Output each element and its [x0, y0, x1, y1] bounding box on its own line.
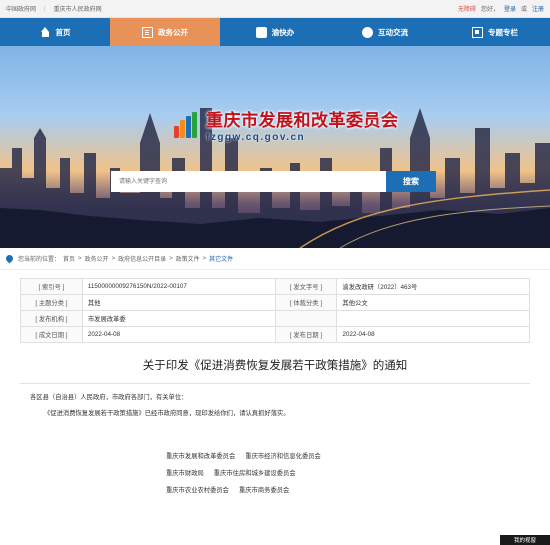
- register-link[interactable]: 注册: [532, 4, 544, 13]
- index-label: [ 索引号 ]: [20, 278, 83, 295]
- nav-label: 政务公开: [158, 27, 188, 37]
- article-title: 关于印发《促进消费恢复发展若干政策措施》的通知: [142, 360, 408, 372]
- service-icon: [255, 26, 267, 38]
- breadcrumb-link-catalog[interactable]: 政府信息公开目录: [118, 254, 166, 263]
- published-value: 2022-04-08: [336, 326, 530, 343]
- table-row: [ 索引号 ] 11500000009276150N/2022-00107 [ …: [20, 278, 530, 295]
- or-text: 或: [520, 7, 527, 13]
- breadcrumb-sep: >: [111, 255, 116, 262]
- portal-link-cq-gov[interactable]: 重庆市人民政府网: [54, 4, 102, 13]
- issuer-value: 市发展改革委: [81, 310, 276, 327]
- greeting-text: 您好，: [480, 7, 499, 13]
- breadcrumb-prefix: 您当前的位置：: [18, 257, 61, 263]
- empty-cell: [336, 310, 530, 327]
- document-meta-table: [ 索引号 ] 11500000009276150N/2022-00107 [ …: [20, 278, 530, 343]
- issuer-name: 重庆市财政局: [166, 470, 204, 478]
- logo-emblem-icon: [174, 111, 200, 138]
- index-value: 11500000009276150N/2022-00107: [81, 278, 276, 295]
- genre-value: 其他公文: [336, 294, 530, 311]
- table-row: [ 成文日期 ] 2022-04-08 [ 发布日期 ] 2022-04-08: [20, 326, 530, 343]
- nav-item-yukuaiban[interactable]: 渝快办: [220, 18, 330, 46]
- site-logo[interactable]: 重庆市发展和改革委员会 fzggw.cq.gov.cn: [174, 106, 399, 143]
- search-bar: 搜索: [111, 171, 436, 192]
- nav-label: 互动交流: [378, 27, 408, 37]
- issuer-name: 重庆市住房和城乡建设委员会: [213, 470, 296, 478]
- issuing-agencies: 重庆市发展和改革委员会 重庆市经济和信息化委员会 重庆市财政局 重庆市住房和城乡…: [0, 447, 550, 498]
- nav-item-topics[interactable]: 专题专栏: [440, 18, 550, 46]
- issuer-label: [ 发布机构 ]: [20, 310, 83, 327]
- article-paragraph: 《促进消费恢复发展若干政策措施》已经市政府同意，现印发给你们，请认真抓好落实。: [44, 410, 290, 418]
- home-icon: [40, 26, 51, 38]
- topic-value: 其他: [81, 294, 276, 311]
- issuer-row: 重庆市发展和改革委员会 重庆市经济和信息化委员会: [166, 447, 550, 464]
- topic-icon: [472, 26, 483, 38]
- table-row: [ 主题分类 ] 其他 [ 体裁分类 ] 其他公文: [20, 294, 530, 311]
- breadcrumb-link-gov-affairs[interactable]: 政务公开: [85, 254, 109, 263]
- breadcrumb: 您当前的位置： 首页 > 政务公开 > 政府信息公开目录 > 政策文件 > 其它文件: [0, 248, 550, 270]
- issuer-name: 重庆市商务委员会: [238, 487, 290, 495]
- published-label: [ 发布日期 ]: [274, 326, 338, 343]
- nav-item-home[interactable]: 首页: [0, 18, 110, 46]
- article-body: 各区县（自治县）人民政府，市政府各部门，有关单位： 《促进消费恢复发展若干政策措…: [0, 393, 550, 419]
- search-button[interactable]: 搜索: [386, 171, 436, 192]
- user-links: 无障碍 您好， 登录 或 注册: [458, 4, 544, 13]
- issuer-name: 重庆市农业农村委员会: [166, 487, 229, 495]
- breadcrumb-link-home[interactable]: 首页: [63, 254, 75, 263]
- issuer-name: 重庆市发展和改革委员会: [166, 453, 236, 461]
- issuer-row: 重庆市农业农村委员会 重庆市商务委员会: [166, 481, 550, 498]
- divider: [20, 383, 530, 384]
- doc-icon: [142, 26, 153, 38]
- accessibility-link[interactable]: 无障碍: [458, 4, 476, 13]
- empty-cell: [274, 310, 338, 327]
- nav-label: 渝快办: [271, 27, 295, 37]
- main-nav: 首页 政务公开 渝快办 互动交流 专题专栏: [0, 18, 550, 46]
- top-utility-bar: 中国政府网 | 重庆市人民政府网 无障碍 您好， 登录 或 注册: [0, 0, 550, 18]
- site-title: 重庆市发展和改革委员会: [206, 111, 399, 131]
- table-row: [ 发布机构 ] 市发展改革委: [20, 310, 530, 327]
- location-pin-icon: [4, 253, 15, 264]
- genre-label: [ 体裁分类 ]: [274, 294, 338, 311]
- topic-label: [ 主题分类 ]: [20, 294, 83, 311]
- docno-label: [ 发文字号 ]: [274, 278, 338, 295]
- breadcrumb-link-policy[interactable]: 政策文件: [176, 254, 200, 263]
- nav-label: 首页: [55, 27, 71, 37]
- breadcrumb-current[interactable]: 其它文件: [209, 254, 233, 263]
- my-view-widget[interactable]: 我的视窗: [500, 535, 550, 545]
- article-salutation: 各区县（自治县）人民政府，市政府各部门，有关单位：: [30, 394, 188, 401]
- portal-links: 中国政府网 | 重庆市人民政府网: [6, 4, 102, 14]
- search-input[interactable]: [111, 171, 386, 192]
- docno-value: 渝发改政研〔2022〕463号: [336, 278, 530, 295]
- login-link[interactable]: 登录: [504, 4, 516, 13]
- site-domain: fzggw.cq.gov.cn: [206, 132, 306, 143]
- issuer-row: 重庆市财政局 重庆市住房和城乡建设委员会: [166, 464, 550, 481]
- nav-label: 专题专栏: [488, 27, 518, 37]
- portal-link-gov-cn[interactable]: 中国政府网: [6, 4, 36, 13]
- separator: |: [44, 5, 46, 12]
- logo-text-group: 重庆市发展和改革委员会 fzggw.cq.gov.cn: [206, 106, 399, 143]
- nav-item-gov-affairs[interactable]: 政务公开: [110, 18, 220, 46]
- breadcrumb-sep: >: [169, 255, 173, 262]
- created-value: 2022-04-08: [81, 326, 276, 343]
- chat-icon: [362, 26, 373, 38]
- breadcrumb-sep: >: [202, 255, 207, 262]
- breadcrumb-sep: >: [78, 255, 82, 262]
- nav-item-interaction[interactable]: 互动交流: [330, 18, 440, 46]
- issuer-name: 重庆市经济和信息化委员会: [245, 453, 321, 461]
- hero-banner: 重庆市发展和改革委员会 fzggw.cq.gov.cn 搜索: [0, 46, 550, 248]
- created-label: [ 成文日期 ]: [20, 326, 83, 343]
